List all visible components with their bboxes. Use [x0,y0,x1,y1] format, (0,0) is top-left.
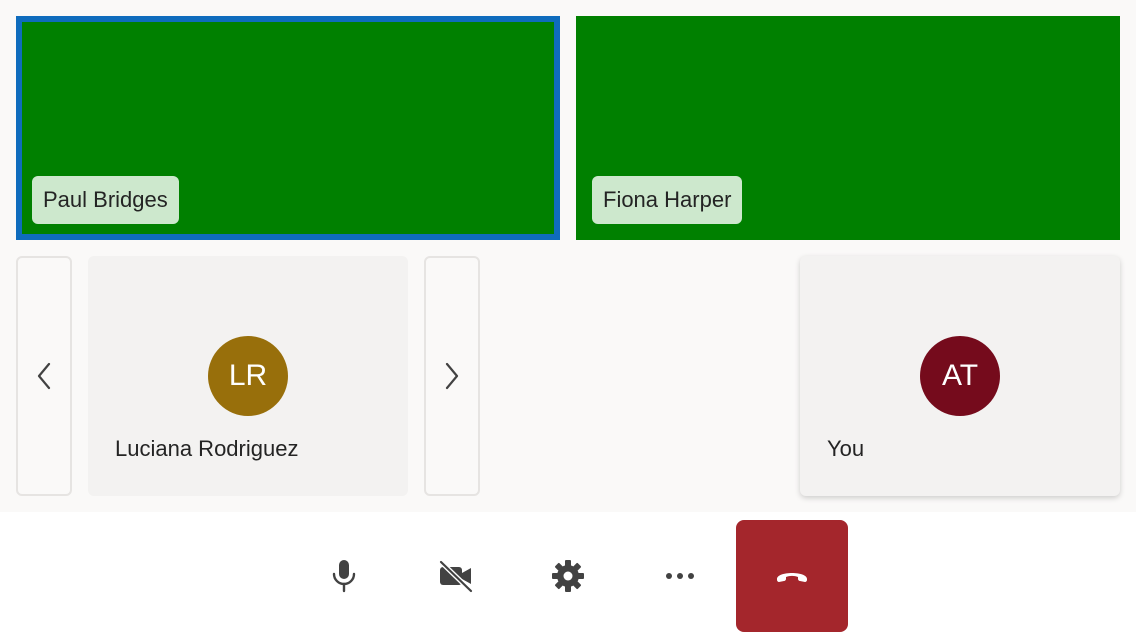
settings-button[interactable] [512,520,624,632]
self-name: You [827,436,865,461]
settings-icon [552,560,584,592]
microphone-icon [332,560,356,593]
gallery-previous-button[interactable] [16,256,72,496]
participant-name-tag: Fiona Harper [592,176,743,224]
more-options-button[interactable] [624,520,736,632]
microphone-button[interactable] [288,520,400,632]
call-stage: Paul Bridges Fiona Harper LR Luciana Rod… [0,0,1136,512]
video-tile-paul-bridges[interactable]: Paul Bridges [16,16,560,240]
camera-button[interactable] [400,520,512,632]
gallery-next-button[interactable] [424,256,480,496]
participant-name: Luciana Rodriguez [115,436,299,461]
hang-up-button[interactable] [736,520,848,632]
avatar: AT [920,336,1000,416]
video-tile-fiona-harper[interactable]: Fiona Harper [576,16,1120,240]
participant-name-tag: Paul Bridges [32,176,179,224]
hang-up-icon [777,573,807,582]
camera-off-icon [438,559,474,593]
self-view-tile[interactable]: AT You [800,256,1120,496]
participant-tile-luciana-rodriguez[interactable]: LR Luciana Rodriguez [88,256,408,496]
call-controls-toolbar [0,512,1136,640]
more-options-icon [666,573,694,579]
avatar: LR [208,336,288,416]
chevron-left-icon [37,362,51,390]
chevron-right-icon [445,362,459,390]
